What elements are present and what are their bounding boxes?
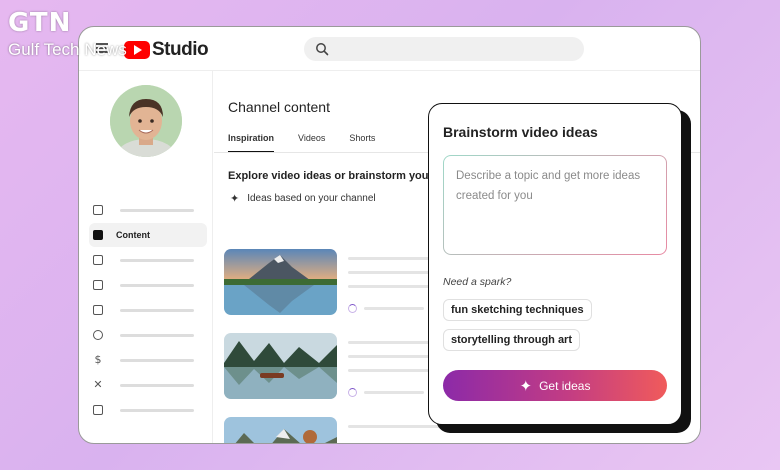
sparkle-icon: ✦	[230, 192, 240, 205]
dashboard-icon	[93, 205, 103, 215]
subtitles-icon	[93, 305, 103, 315]
idea-thumbnail-hiker[interactable]	[224, 417, 337, 443]
tab-shorts[interactable]: Shorts	[349, 133, 375, 153]
sidebar-item-audio-library[interactable]	[89, 398, 207, 422]
suggestion-chip[interactable]: fun sketching techniques	[443, 299, 592, 321]
dollar-icon: $	[94, 353, 102, 366]
topic-input[interactable]	[444, 156, 666, 254]
tab-videos[interactable]: Videos	[298, 133, 325, 153]
analytics-icon	[93, 255, 103, 265]
sidebar-item-earn[interactable]: $	[89, 348, 207, 372]
brainstorm-panel: Brainstorm video ideas Need a spark? fun…	[428, 103, 682, 425]
comments-icon	[93, 280, 103, 290]
loading-spinner-icon	[348, 388, 357, 397]
audio-library-icon	[93, 405, 103, 415]
watermark-logo: GTN	[8, 8, 72, 38]
explore-title: Explore video ideas or brainstorm you	[228, 170, 429, 182]
sidebar-item-subtitles[interactable]	[89, 298, 207, 322]
ideas-row: ✦ Ideas based on your channel	[230, 192, 376, 205]
tab-inspiration[interactable]: Inspiration	[228, 133, 275, 153]
sidebar-item-label: Content	[116, 230, 150, 240]
hiker-mountain-image	[224, 417, 337, 443]
boat-lake-image	[224, 333, 337, 399]
top-bar: Studio	[79, 27, 700, 71]
sidebar-item-analytics[interactable]	[89, 248, 207, 272]
page-title: Channel content	[228, 99, 330, 115]
prompt-box	[443, 155, 667, 255]
sidebar: Content $ ✕	[79, 71, 213, 443]
sidebar-item-content[interactable]: Content	[89, 223, 207, 247]
content-tabs: Inspiration Videos Shorts	[228, 133, 399, 153]
get-ideas-label: Get ideas	[539, 378, 591, 393]
search-bar[interactable]	[304, 37, 584, 61]
sidebar-item-dashboard[interactable]	[89, 198, 207, 222]
spark-label: Need a spark?	[443, 276, 512, 288]
youtube-play-icon	[124, 41, 150, 59]
sidebar-item-comments[interactable]	[89, 273, 207, 297]
watermark: GTN Gulf Tech News	[8, 8, 127, 60]
channel-avatar[interactable]	[110, 85, 182, 157]
idea-thumbnail-mountain[interactable]	[224, 249, 337, 315]
content-icon	[93, 230, 103, 240]
search-icon	[316, 43, 329, 56]
copyright-icon	[93, 330, 103, 340]
mountain-lake-image	[224, 249, 337, 315]
youtube-studio-logo[interactable]: Studio	[124, 39, 209, 61]
ideas-label: Ideas based on your channel	[247, 193, 376, 204]
magic-wand-icon: ✕	[93, 378, 103, 391]
app-name: Studio	[152, 39, 209, 60]
loading-spinner-icon	[348, 304, 357, 313]
get-ideas-button[interactable]: ✦ Get ideas	[443, 370, 667, 401]
sparkle-icon: ✦	[519, 376, 533, 395]
idea-thumbnail-lake[interactable]	[224, 333, 337, 399]
watermark-name: Gulf Tech News	[8, 40, 127, 59]
avatar-portrait	[110, 85, 182, 157]
panel-title: Brainstorm video ideas	[443, 124, 598, 140]
suggestion-chip[interactable]: storytelling through art	[443, 329, 580, 351]
sidebar-item-customization[interactable]: ✕	[89, 373, 207, 397]
sidebar-item-copyright[interactable]	[89, 323, 207, 347]
